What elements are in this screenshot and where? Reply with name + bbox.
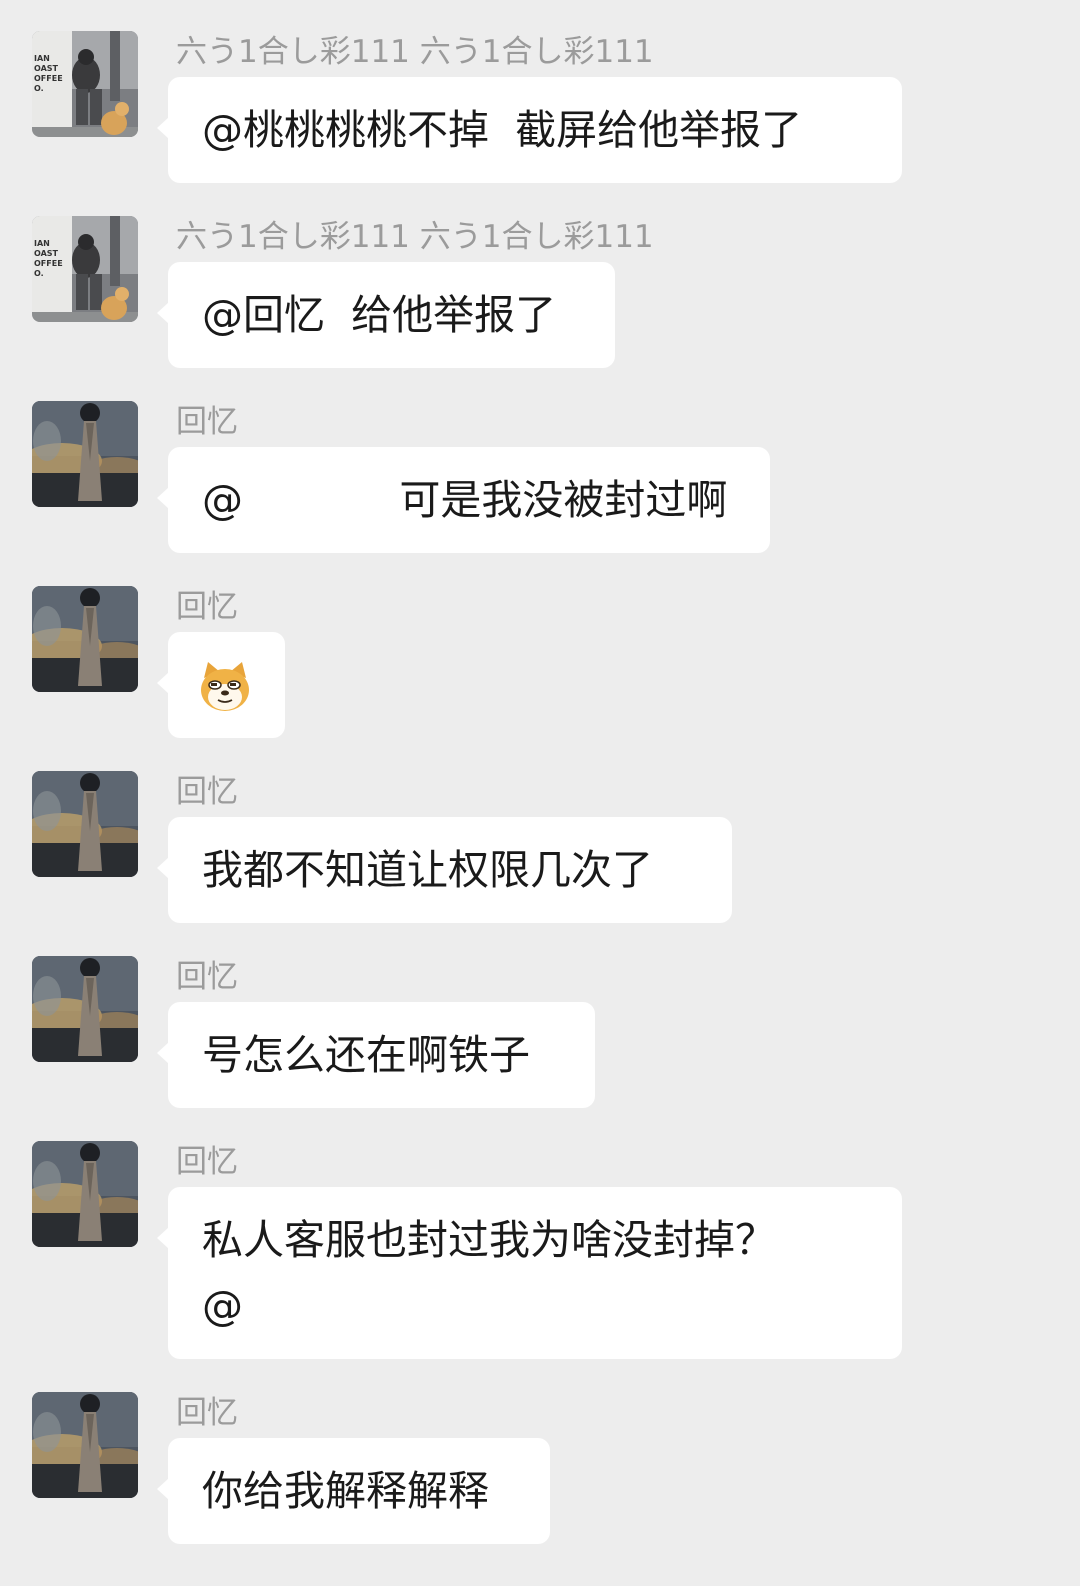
message-text: @ 可是我没被封过啊	[202, 476, 728, 524]
message-bubble[interactable]: 我都不知道让权限几次了	[157, 817, 732, 923]
message-bubble[interactable]	[157, 632, 285, 738]
sender-name: 回忆	[176, 774, 238, 810]
message-bubble[interactable]: @ 可是我没被封过啊	[157, 447, 770, 553]
message-bubble[interactable]: 你给我解释解释	[157, 1438, 550, 1544]
avatar[interactable]	[32, 1141, 138, 1247]
message-text: @回忆 给他举报了	[202, 291, 557, 339]
sender-name: 回忆	[176, 589, 238, 625]
sender-name: 回忆	[176, 1144, 238, 1180]
sender-name: 六う1合し彩111 六う1合し彩111	[176, 34, 654, 70]
message-text: 我都不知道让权限几次了	[202, 846, 653, 894]
avatar[interactable]	[32, 586, 138, 692]
message-bubble[interactable]: @桃桃桃桃不掉 截屏给他举报了	[157, 77, 902, 183]
avatar[interactable]	[32, 216, 138, 322]
sender-name: 六う1合し彩111 六う1合し彩111	[176, 219, 654, 255]
message-text: @	[202, 1282, 243, 1330]
avatar[interactable]	[32, 401, 138, 507]
sender-name: 回忆	[176, 404, 238, 440]
message-text: @桃桃桃桃不掉 截屏给他举报了	[202, 106, 803, 154]
sender-name: 回忆	[176, 1395, 238, 1431]
avatar[interactable]	[32, 1392, 138, 1498]
sender-name: 回忆	[176, 959, 238, 995]
avatar[interactable]	[32, 31, 138, 137]
message-bubble[interactable]: 私人客服也封过我为啥没封掉？ @	[157, 1187, 902, 1359]
avatar[interactable]	[32, 771, 138, 877]
message-bubble[interactable]: 号怎么还在啊铁子	[157, 1002, 595, 1108]
message-text: 号怎么还在啊铁子	[202, 1031, 530, 1079]
message-bubble[interactable]: @回忆 给他举报了	[157, 262, 615, 368]
message-text: 私人客服也封过我为啥没封掉？	[202, 1216, 776, 1264]
doge-sticker-icon	[198, 660, 252, 718]
chat-screen: { "messages": [ {"sender": "六う1合し彩111 六う…	[0, 0, 1080, 1586]
avatar[interactable]	[32, 956, 138, 1062]
message-text: 你给我解释解释	[202, 1467, 489, 1515]
